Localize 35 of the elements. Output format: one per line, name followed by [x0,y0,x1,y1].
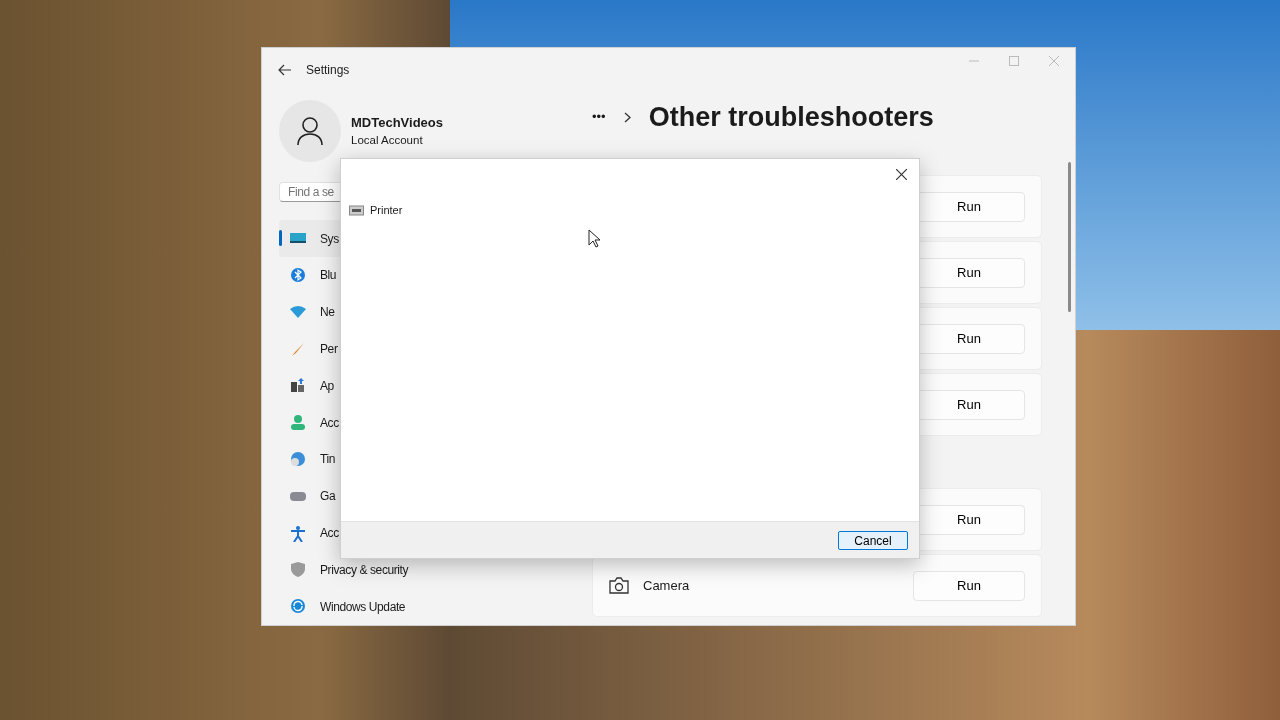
sidebar-label: Sys [320,230,339,248]
sidebar-item[interactable]: Windows Update [279,588,562,625]
accessibility-icon [289,524,307,542]
person-icon [289,414,307,432]
window-title: Settings [306,62,350,79]
sidebar-label: Blu [320,267,337,285]
sidebar-label: Per [320,341,338,358]
run-button[interactable]: Run [913,570,1025,601]
sidebar-label: Ga [320,488,336,506]
scrollbar[interactable] [1068,162,1071,312]
printer-item[interactable]: Printer [370,202,403,219]
close-icon[interactable] [896,169,907,180]
account-name: MDTechVideos [351,113,443,132]
account-type: Local Account [351,133,424,149]
troubleshooter-name: Camera [643,576,690,595]
breadcrumb-ellipsis[interactable]: ••• [592,107,606,127]
apps-icon [289,377,307,395]
chevron-icon [623,111,631,123]
sidebar-label: Acc [320,414,339,432]
shield-icon [289,561,307,579]
sidebar-label: Privacy & security [320,561,409,579]
sidebar-label: Ap [320,377,334,395]
back-arrow-icon[interactable] [278,64,292,76]
printer-icon [349,204,364,217]
sidebar-label: Windows Update [320,598,406,616]
sidebar-label: Acc [320,525,339,542]
bluetooth-icon [289,266,307,284]
sidebar-label: Tin [320,451,336,469]
cancel-button[interactable]: Cancel [838,530,908,550]
update-icon [289,598,307,616]
maximize-icon[interactable] [1009,56,1019,66]
camera-icon [609,577,629,594]
sidebar-label: Ne [320,304,335,322]
page-title: Other troubleshooters [648,100,934,134]
mouse-pointer-icon [588,229,601,248]
